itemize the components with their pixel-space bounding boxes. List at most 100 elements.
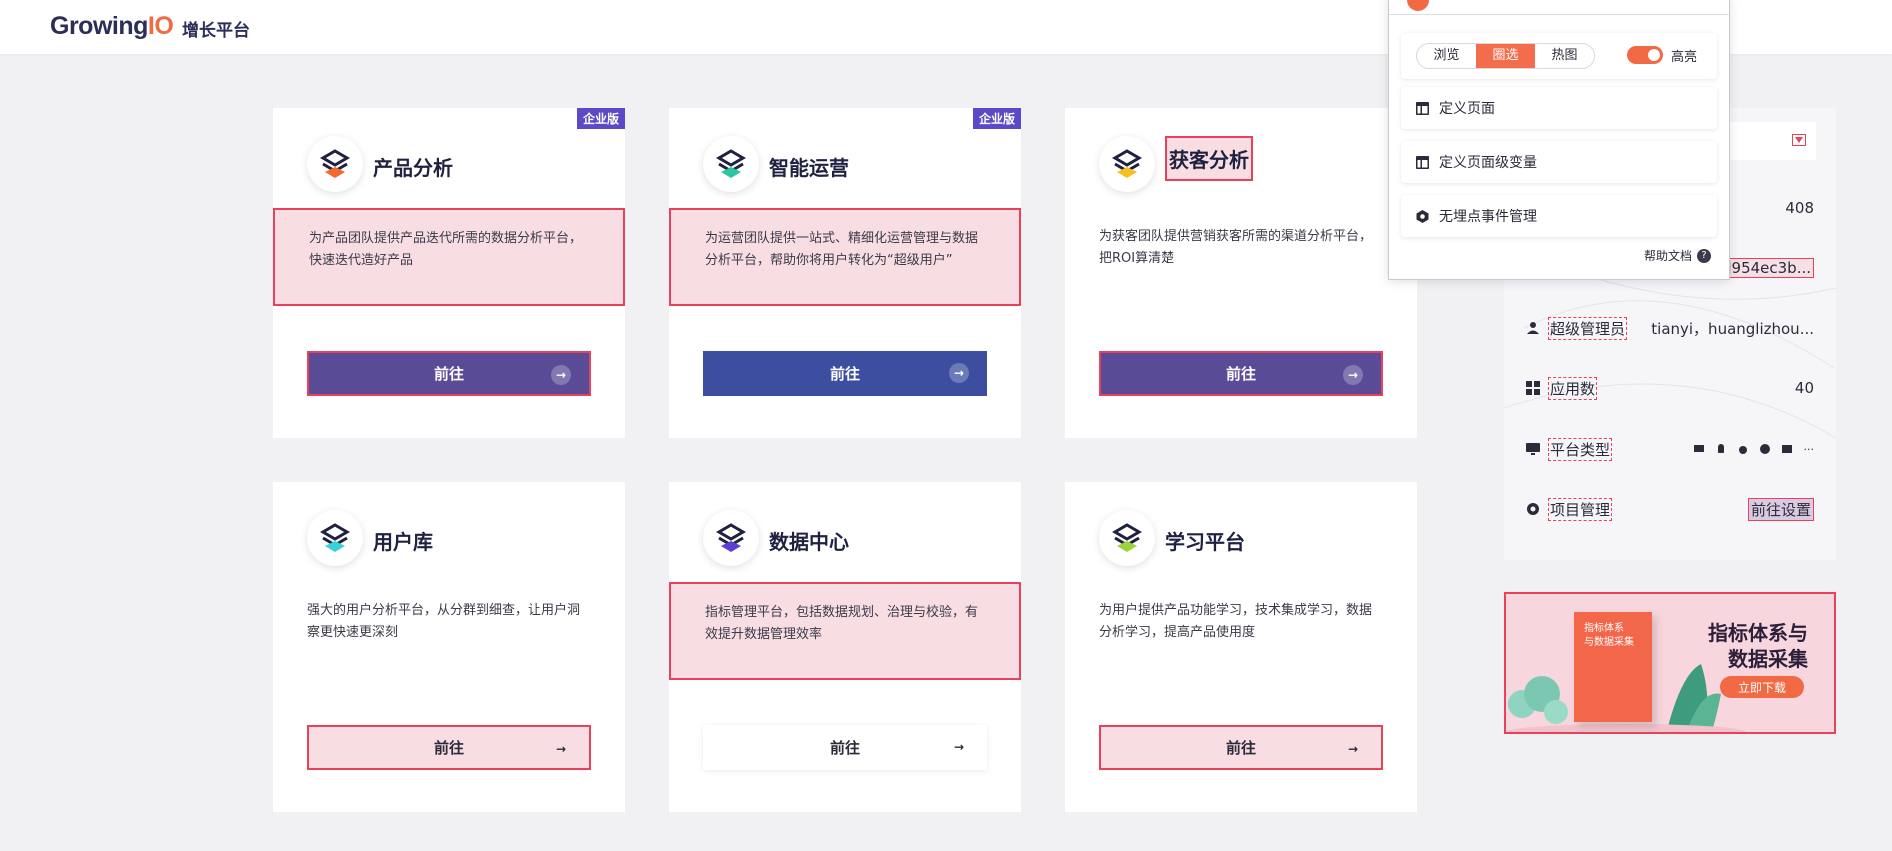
go-settings-link[interactable]: 前往设置 (1747, 497, 1814, 521)
go-button[interactable]: 前往 → (1099, 351, 1383, 396)
go-button-label: 前往 (1225, 739, 1256, 757)
info-row-project: 项目管理 前往设置 (1524, 497, 1814, 521)
miniprogram-icon (1759, 444, 1770, 454)
arrow-right-icon: → (949, 363, 969, 383)
acquisition-analysis-icon (1099, 136, 1155, 192)
android-icon (1717, 444, 1724, 453)
go-button-label: 前往 (433, 365, 464, 383)
info-row-apps: 应用数 40 (1524, 376, 1814, 400)
go-button[interactable]: 前往 → (703, 351, 987, 396)
web-icon (1693, 445, 1704, 452)
go-button[interactable]: 前往 → (703, 725, 987, 770)
platform-name: 增长平台 (182, 21, 250, 41)
user-library-icon (307, 510, 363, 566)
dropdown-arrow-icon[interactable] (1792, 134, 1806, 146)
card-description: 为产品团队提供产品迭代所需的数据分析平台，快速迭代造好产品 (273, 208, 625, 306)
mode-switch: 浏览 圈选 热图 (1416, 43, 1595, 69)
card-acquisition-analysis: 企 获客分析 为获客团队提供营销获客所需的渠道分析平台，把ROI算清楚 前往 → (1065, 108, 1419, 438)
info-row-admin: 超级管理员 tianyi，huanglizhou... (1524, 316, 1814, 340)
hexagon-icon (1415, 209, 1429, 223)
menu-event-management-label: 无埋点事件管理 (1439, 209, 1537, 225)
menu-event-management[interactable]: 无埋点事件管理 (1401, 195, 1717, 237)
apple-icon (1738, 446, 1747, 454)
question-icon: ? (1697, 248, 1711, 263)
card-title: 产品分析 (373, 156, 453, 180)
help-docs-label: 帮助文档 (1643, 249, 1692, 263)
platform-icons: ··· (1693, 442, 1815, 456)
growingio-logo[interactable]: GrowingIO (50, 12, 174, 41)
banner-title: 指标体系与 数据采集 (1708, 620, 1808, 672)
banner-title-line2: 数据采集 (1728, 647, 1808, 671)
enterprise-badge: 企业版 (576, 108, 625, 129)
project-management-label: 项目管理 (1548, 497, 1613, 521)
card-description: 强大的用户分析平台，从分群到细查，让用户洞察更快速更深刻 (307, 603, 581, 640)
info-row-platform: 平台类型 ··· (1524, 437, 1814, 461)
menu-define-page-variables[interactable]: 定义页面级变量 (1401, 141, 1717, 183)
enterprise-badge: 企业版 (972, 108, 1021, 129)
apps-value: 40 (1794, 379, 1814, 397)
user-icon (1524, 321, 1542, 335)
book-cover: 指标体系 与数据采集 (1574, 612, 1652, 722)
go-button[interactable]: 前往 → (307, 351, 591, 396)
go-button-label: 前往 (829, 365, 860, 383)
menu-define-page-label: 定义页面 (1439, 101, 1495, 117)
card-smart-operations: 企业版 智能运营 为运营团队提供一站式、精细化运营管理与数据分析平台，帮助你将用… (669, 108, 1021, 438)
admin-label: 超级管理员 (1548, 316, 1628, 340)
menu-define-page[interactable]: 定义页面 (1401, 87, 1717, 129)
card-description: 指标管理平台，包括数据规划、治理与校验，有效提升数据管理效率 (669, 582, 1021, 680)
table-icon (1415, 155, 1429, 169)
card-description: 为运营团队提供一站式、精细化运营管理与数据分析平台，帮助你将用户转化为“超级用户… (669, 208, 1021, 306)
card-user-library: 用户库 强大的用户分析平台，从分群到细查，让用户洞察更快速更深刻 前往 → (273, 482, 625, 812)
promo-banner[interactable]: 指标体系 与数据采集 指标体系与 数据采集 立即下载 (1504, 592, 1836, 734)
arrow-right-icon: → (555, 742, 567, 756)
book-title-line2: 与数据采集 (1584, 637, 1634, 648)
mode-circle-select[interactable]: 圈选 (1476, 44, 1535, 68)
book-title-line1: 指标体系 (1584, 623, 1624, 634)
sdk-logo-icon[interactable] (1407, 0, 1429, 11)
card-product-analysis: 企业版 产品分析 为产品团队提供产品迭代所需的数据分析平台，快速迭代造好产品 前… (273, 108, 625, 438)
platform-label: 平台类型 (1548, 437, 1613, 461)
banner-title-line1: 指标体系与 (1708, 621, 1808, 645)
grid-icon (1524, 381, 1542, 395)
arrow-right-icon: → (551, 365, 571, 385)
go-button-label: 前往 (433, 739, 464, 757)
card-title: 学习平台 (1165, 530, 1245, 554)
smart-operations-icon (703, 136, 759, 192)
card-data-center: 数据中心 指标管理平台，包括数据规划、治理与校验，有效提升数据管理效率 前往 → (669, 482, 1021, 812)
learning-platform-icon (1099, 510, 1155, 566)
go-button-label: 前往 (1225, 365, 1256, 383)
circle-select-popup: 浏览 圈选 热图 高亮 定义页面 定义页面级变量 无埋点事件管理 帮助文档 ? (1388, 0, 1730, 280)
go-button-label: 前往 (829, 739, 860, 757)
go-button[interactable]: 前往 → (307, 725, 591, 770)
card-title: 获客分析 (1165, 136, 1253, 181)
arrow-right-icon: → (1347, 742, 1359, 756)
gear-icon (1524, 502, 1542, 516)
download-button[interactable]: 立即下载 (1720, 676, 1804, 698)
table-icon (1415, 101, 1429, 115)
menu-define-page-variables-label: 定义页面级变量 (1439, 155, 1537, 171)
mode-browse[interactable]: 浏览 (1417, 44, 1476, 68)
platform-more: ··· (1803, 442, 1815, 456)
product-analysis-icon (307, 136, 363, 192)
highlight-label: 高亮 (1671, 50, 1698, 65)
help-docs-link[interactable]: 帮助文档 ? (1644, 247, 1711, 264)
card-title: 数据中心 (769, 530, 849, 554)
card-title: 智能运营 (769, 156, 849, 180)
go-button[interactable]: 前往 → (1099, 725, 1383, 770)
logo-text: Growing (50, 12, 148, 40)
admin-value: tianyi，huanglizhou... (1651, 319, 1814, 338)
toggle-knob (1648, 49, 1660, 61)
highlight-toggle[interactable] (1627, 46, 1663, 64)
arrow-right-icon: → (953, 740, 965, 754)
project-id-value[interactable]: d954ec3b... (1719, 258, 1814, 278)
logo-accent: IO (147, 12, 174, 40)
monitor-icon (1524, 442, 1542, 456)
apps-label: 应用数 (1548, 376, 1598, 400)
card-title: 用户库 (373, 530, 433, 554)
data-center-icon (703, 510, 759, 566)
mode-heatmap[interactable]: 热图 (1535, 44, 1594, 68)
popup-header (1389, 0, 1729, 15)
card-description: 为用户提供产品功能学习，技术集成学习，数据分析学习，提高产品使用度 (1099, 603, 1373, 640)
count-value: 408 (1785, 199, 1814, 217)
server-icon (1781, 445, 1792, 453)
